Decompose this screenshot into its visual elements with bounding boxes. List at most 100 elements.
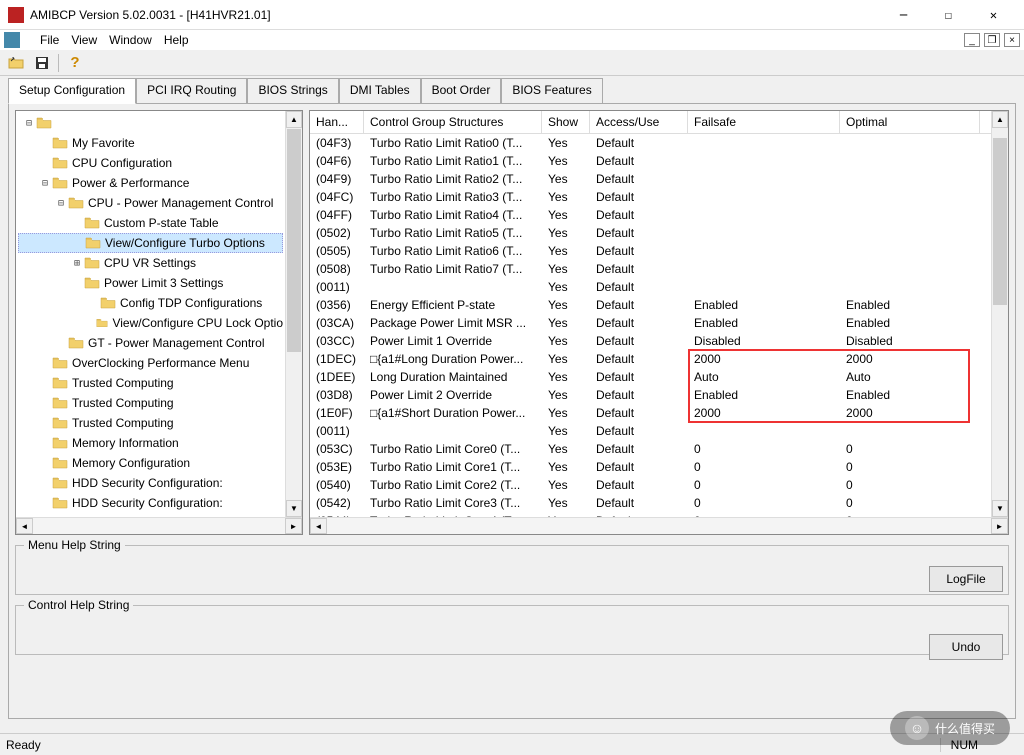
tree-item[interactable]: Trusted Computing (18, 393, 283, 413)
tree-item[interactable]: HDD Security Configuration: (18, 473, 283, 493)
table-row[interactable]: (03D8)Power Limit 2 OverrideYesDefaultEn… (310, 386, 991, 404)
col-access[interactable]: Access/Use (590, 111, 688, 133)
tree-item[interactable]: Config TDP Configurations (18, 293, 283, 313)
tree-view[interactable]: ⊟ My FavoriteCPU Configuration⊟Power & Pe… (16, 111, 285, 517)
col-control-group[interactable]: Control Group Structures (364, 111, 542, 133)
tree-panel: ⊟ My FavoriteCPU Configuration⊟Power & Pe… (15, 110, 303, 535)
tree-item[interactable]: ⊟ CPU - Power Management Control (18, 193, 283, 213)
mdi-restore-button[interactable]: ❐ (984, 33, 1000, 47)
tab-bios-features[interactable]: BIOS Features (501, 78, 602, 104)
table-row[interactable]: (0505)Turbo Ratio Limit Ratio6 (T...YesD… (310, 242, 991, 260)
tree-item[interactable]: Memory Information (18, 433, 283, 453)
col-show[interactable]: Show (542, 111, 590, 133)
maximize-button[interactable]: ☐ (926, 1, 971, 29)
table-row[interactable]: (053C)Turbo Ratio Limit Core0 (T...YesDe… (310, 440, 991, 458)
table-row[interactable]: (1E0F)□{a1#Short Duration Power...YesDef… (310, 404, 991, 422)
tab-pci-irq-routing[interactable]: PCI IRQ Routing (136, 78, 247, 104)
save-button[interactable] (32, 53, 52, 73)
table-row[interactable]: (04F3)Turbo Ratio Limit Ratio0 (T...YesD… (310, 134, 991, 152)
logfile-button[interactable]: LogFile (929, 566, 1003, 592)
table-header[interactable]: Han... Control Group Structures Show Acc… (310, 111, 991, 134)
cell: Yes (542, 424, 590, 438)
tree-item[interactable]: ⊞CPU VR Settings (18, 253, 283, 273)
table-row[interactable]: (0542)Turbo Ratio Limit Core3 (T...YesDe… (310, 494, 991, 512)
col-failsafe[interactable]: Failsafe (688, 111, 840, 133)
table-row[interactable]: (04FC)Turbo Ratio Limit Ratio3 (T...YesD… (310, 188, 991, 206)
cell: Default (590, 388, 688, 402)
table-row[interactable]: (0356)Energy Efficient P-stateYesDefault… (310, 296, 991, 314)
tree-item[interactable]: View/Configure CPU Lock Optio (18, 313, 283, 333)
col-optimal[interactable]: Optimal (840, 111, 980, 133)
table-row[interactable]: (1DEC)□{a1#Long Duration Power...YesDefa… (310, 350, 991, 368)
tab-setup-configuration[interactable]: Setup Configuration (8, 78, 136, 104)
open-button[interactable] (6, 53, 26, 73)
tree-item[interactable]: HDD Security Configuration: (18, 493, 283, 513)
menu-file[interactable]: File (40, 33, 59, 47)
tree-item[interactable]: ⊟Power & Performance (18, 173, 283, 193)
tree-toggle-icon[interactable]: ⊞ (70, 258, 84, 269)
cell: Turbo Ratio Limit Ratio1 (T... (364, 154, 542, 168)
tree-item[interactable]: Memory Configuration (18, 453, 283, 473)
table-row[interactable]: (0502)Turbo Ratio Limit Ratio5 (T...YesD… (310, 224, 991, 242)
menu-window[interactable]: Window (109, 33, 152, 47)
cell: Enabled (688, 388, 840, 402)
mdi-minimize-button[interactable]: _ (964, 33, 980, 47)
tree-hscroll[interactable]: ◄► (16, 517, 302, 534)
table-row[interactable]: (1DEE)Long Duration MaintainedYesDefault… (310, 368, 991, 386)
mdi-close-button[interactable]: × (1004, 33, 1020, 47)
tree-label: CPU - Power Management Control (88, 196, 273, 210)
undo-button[interactable]: Undo (929, 634, 1003, 660)
cell: Turbo Ratio Limit Core3 (T... (364, 496, 542, 510)
tree-item[interactable]: ⊟ (18, 113, 283, 133)
help-button[interactable]: ? (65, 53, 85, 73)
table-row[interactable]: (0011)YesDefault (310, 278, 991, 296)
cell: (04F9) (310, 172, 364, 186)
table-row[interactable]: (03CA)Package Power Limit MSR ...YesDefa… (310, 314, 991, 332)
table-vscroll[interactable]: ▲ ▼ (991, 111, 1008, 517)
col-handle[interactable]: Han... (310, 111, 364, 133)
tree-item[interactable]: Power Limit 3 Settings (18, 273, 283, 293)
tree-item[interactable]: OverClocking Performance Menu (18, 353, 283, 373)
tree-item[interactable]: Trusted Computing (18, 413, 283, 433)
tree-label: HDD Security Configuration: (72, 476, 223, 490)
minimize-button[interactable]: ─ (881, 1, 926, 29)
menu-help[interactable]: Help (164, 33, 189, 47)
cell: (0356) (310, 298, 364, 312)
table-row[interactable]: (053E)Turbo Ratio Limit Core1 (T...YesDe… (310, 458, 991, 476)
table-row[interactable]: (03CC)Power Limit 1 OverrideYesDefaultDi… (310, 332, 991, 350)
tree-item[interactable]: CPU Configuration (18, 153, 283, 173)
table-row[interactable]: (0508)Turbo Ratio Limit Ratio7 (T...YesD… (310, 260, 991, 278)
menu-help-caption: Menu Help String (24, 538, 125, 552)
table-body[interactable]: (04F3)Turbo Ratio Limit Ratio0 (T...YesD… (310, 134, 991, 517)
folder-icon (68, 336, 84, 350)
tree-toggle-icon[interactable]: ⊟ (54, 198, 68, 209)
tree-vscroll[interactable]: ▲ ▼ (285, 111, 302, 517)
tab-boot-order[interactable]: Boot Order (421, 78, 502, 104)
table-row[interactable]: (0011)YesDefault (310, 422, 991, 440)
tree-label: Memory Configuration (72, 456, 190, 470)
table-row[interactable]: (0544)Turbo Ratio Limit Core4 (T...YesDe… (310, 512, 991, 517)
cell: Default (590, 496, 688, 510)
tree-item[interactable]: Trusted Computing (18, 373, 283, 393)
tree-item[interactable]: Custom P-state Table (18, 213, 283, 233)
tree-item[interactable]: View/Configure Turbo Options (18, 233, 283, 253)
tab-bios-strings[interactable]: BIOS Strings (247, 78, 338, 104)
tree-item[interactable]: GT - Power Management Control (18, 333, 283, 353)
tree-toggle-icon[interactable]: ⊟ (22, 118, 36, 129)
table-row[interactable]: (04F9)Turbo Ratio Limit Ratio2 (T...YesD… (310, 170, 991, 188)
cell: Enabled (688, 316, 840, 330)
tab-dmi-tables[interactable]: DMI Tables (339, 78, 421, 104)
cell: Default (590, 478, 688, 492)
close-button[interactable]: ✕ (971, 1, 1016, 29)
cell: Yes (542, 388, 590, 402)
cell: Turbo Ratio Limit Ratio4 (T... (364, 208, 542, 222)
table-hscroll[interactable]: ◄► (310, 517, 1008, 534)
tree-toggle-icon[interactable]: ⊟ (38, 178, 52, 189)
cell: (0544) (310, 514, 364, 517)
table-row[interactable]: (04FF)Turbo Ratio Limit Ratio4 (T...YesD… (310, 206, 991, 224)
table-row[interactable]: (0540)Turbo Ratio Limit Core2 (T...YesDe… (310, 476, 991, 494)
cell: (04FC) (310, 190, 364, 204)
tree-item[interactable]: My Favorite (18, 133, 283, 153)
menu-view[interactable]: View (71, 33, 97, 47)
table-row[interactable]: (04F6)Turbo Ratio Limit Ratio1 (T...YesD… (310, 152, 991, 170)
